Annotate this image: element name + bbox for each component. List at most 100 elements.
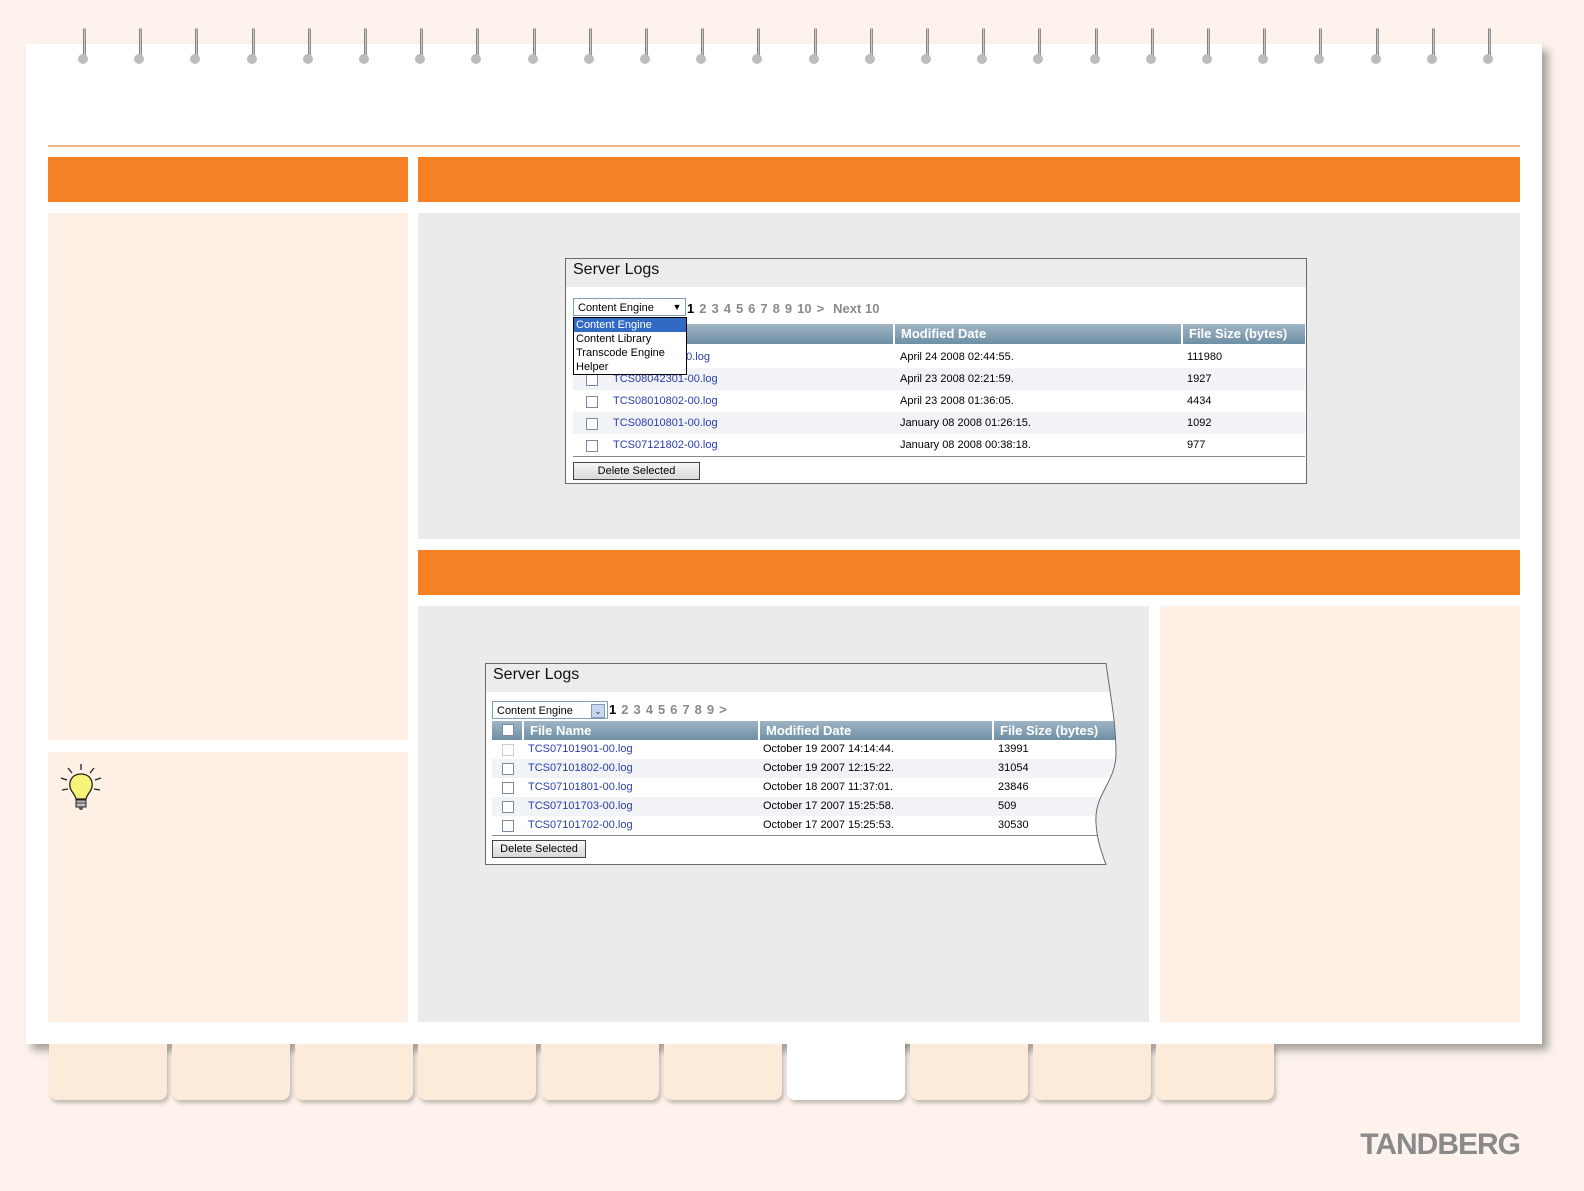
page-link[interactable]: 6 bbox=[748, 301, 755, 316]
binding-ring bbox=[696, 28, 708, 66]
delete-selected-button[interactable]: Delete Selected bbox=[492, 840, 586, 858]
page-link[interactable]: 1 bbox=[609, 702, 616, 717]
modified-date: January 08 2008 00:38:18. bbox=[900, 439, 1031, 451]
page-link[interactable]: 3 bbox=[633, 702, 640, 717]
row-checkbox[interactable] bbox=[502, 782, 514, 794]
file-size: 13991 bbox=[998, 743, 1029, 755]
log-file-link[interactable]: TCS07101703-00.log bbox=[528, 800, 633, 812]
section-tab[interactable] bbox=[172, 1044, 290, 1100]
table-row: TCS07121802-00.log January 08 2008 00:38… bbox=[573, 434, 1305, 456]
binding-ring bbox=[415, 28, 427, 66]
header-divider bbox=[48, 145, 1520, 147]
column-header-file[interactable]: File Name bbox=[522, 721, 758, 741]
page-link[interactable]: 2 bbox=[621, 702, 628, 717]
binding-ring bbox=[640, 28, 652, 66]
column-header-date[interactable]: Modified Date bbox=[758, 721, 994, 741]
page-link[interactable]: 7 bbox=[760, 301, 767, 316]
binding-ring bbox=[1258, 28, 1270, 66]
log-file-link[interactable]: TCS07101702-00.log bbox=[528, 819, 633, 831]
panel-title: Server Logs bbox=[486, 664, 1116, 692]
next-page-link[interactable]: > bbox=[817, 301, 825, 316]
page-link[interactable]: 8 bbox=[773, 301, 780, 316]
select-all-checkbox[interactable] bbox=[502, 724, 514, 736]
column-header-date[interactable]: Modified Date bbox=[893, 324, 1181, 344]
page-link[interactable]: 3 bbox=[711, 301, 718, 316]
section-tab[interactable] bbox=[541, 1044, 659, 1100]
binding-ring bbox=[1202, 28, 1214, 66]
log-file-link[interactable]: TCS08010801-00.log bbox=[613, 417, 718, 429]
page-link[interactable]: 5 bbox=[736, 301, 743, 316]
modified-date: January 08 2008 01:26:15. bbox=[900, 417, 1031, 429]
page-link[interactable]: 7 bbox=[682, 702, 689, 717]
binding-ring bbox=[527, 28, 540, 66]
section-tab[interactable] bbox=[418, 1044, 536, 1100]
column-header-size[interactable]: File Size (bytes) bbox=[1181, 324, 1305, 344]
modified-date: October 17 2007 15:25:58. bbox=[763, 800, 894, 812]
row-checkbox[interactable] bbox=[586, 418, 598, 430]
dropdown-option[interactable]: Content Engine bbox=[574, 318, 686, 332]
page-link[interactable]: 9 bbox=[707, 702, 714, 717]
row-checkbox[interactable] bbox=[502, 744, 514, 756]
dropdown-option[interactable]: Content Library bbox=[574, 332, 686, 346]
dropdown-option[interactable]: Helper bbox=[574, 360, 686, 374]
section-tab[interactable] bbox=[910, 1044, 1028, 1100]
binding-ring bbox=[1483, 28, 1495, 66]
file-size: 1927 bbox=[1187, 373, 1212, 385]
main-header-band bbox=[418, 157, 1520, 202]
binding-ring bbox=[190, 28, 202, 66]
torn-edge bbox=[1095, 663, 1126, 865]
page-link[interactable]: 9 bbox=[785, 301, 792, 316]
table-row: TCS07101703-00.log October 17 2007 15:25… bbox=[492, 797, 1116, 816]
log-source-dropdown: Content Engine Content Library Transcode… bbox=[573, 317, 687, 375]
binding-ring bbox=[471, 28, 483, 66]
log-source-select[interactable]: Content Engine ⌄ bbox=[492, 701, 608, 719]
page-link[interactable]: 4 bbox=[646, 702, 653, 717]
file-size: 30530 bbox=[998, 819, 1029, 831]
table-row: TCS08010801-00.log January 08 2008 01:26… bbox=[573, 412, 1305, 434]
lightbulb-icon bbox=[60, 764, 102, 810]
section-tab[interactable] bbox=[664, 1044, 782, 1100]
page-link[interactable]: 5 bbox=[658, 702, 665, 717]
page-link[interactable]: 10 bbox=[797, 301, 811, 316]
binding-ring bbox=[921, 28, 933, 66]
log-source-select[interactable]: Content Engine ▼ bbox=[573, 298, 686, 316]
row-checkbox[interactable] bbox=[586, 396, 598, 408]
next-10-link[interactable]: Next 10 bbox=[833, 301, 879, 316]
log-file-link[interactable]: TCS07101801-00.log bbox=[528, 781, 633, 793]
row-checkbox[interactable] bbox=[502, 820, 514, 832]
row-checkbox[interactable] bbox=[586, 374, 598, 386]
binding-ring bbox=[1314, 28, 1326, 66]
binding-ring bbox=[359, 28, 371, 66]
log-file-link[interactable]: TCS07101802-00.log bbox=[528, 762, 633, 774]
section-tab[interactable] bbox=[1156, 1044, 1274, 1100]
file-size: 111980 bbox=[1187, 351, 1223, 363]
page-link[interactable]: 2 bbox=[699, 301, 706, 316]
log-file-link[interactable]: TCS07101901-00.log bbox=[528, 743, 633, 755]
table-row: TCS07101801-00.log October 18 2007 11:37… bbox=[492, 778, 1116, 797]
file-size: 509 bbox=[998, 800, 1017, 812]
table-row: TCS07101702-00.log October 17 2007 15:25… bbox=[492, 816, 1116, 835]
row-checkbox[interactable] bbox=[502, 763, 514, 775]
page-link[interactable]: 1 bbox=[687, 301, 694, 316]
next-page-link[interactable]: > bbox=[719, 702, 727, 717]
delete-selected-button[interactable]: Delete Selected bbox=[573, 462, 700, 480]
page-link[interactable]: 6 bbox=[670, 702, 677, 717]
chevron-down-icon[interactable]: ⌄ bbox=[591, 704, 605, 718]
dropdown-arrow-icon[interactable]: ▼ bbox=[671, 301, 683, 313]
row-checkbox[interactable] bbox=[586, 440, 598, 452]
dropdown-option[interactable]: Transcode Engine bbox=[574, 346, 686, 360]
row-checkbox[interactable] bbox=[502, 801, 514, 813]
page-link[interactable]: 8 bbox=[695, 702, 702, 717]
table-bottom-rule bbox=[573, 456, 1305, 457]
section-tab-active[interactable] bbox=[787, 1040, 905, 1100]
brand-logo: TANDBERG bbox=[1360, 1128, 1521, 1161]
table-row: TCS07101901-00.log October 19 2007 14:14… bbox=[492, 740, 1116, 759]
right-notes-panel bbox=[1160, 606, 1520, 1022]
log-file-link[interactable]: TCS07121802-00.log bbox=[613, 439, 718, 451]
page-link[interactable]: 4 bbox=[724, 301, 731, 316]
select-value: Content Engine bbox=[578, 302, 654, 314]
section-tab[interactable] bbox=[49, 1044, 167, 1100]
log-file-link[interactable]: TCS08010802-00.log bbox=[613, 395, 718, 407]
section-tab[interactable] bbox=[295, 1044, 413, 1100]
section-tab[interactable] bbox=[1033, 1044, 1151, 1100]
